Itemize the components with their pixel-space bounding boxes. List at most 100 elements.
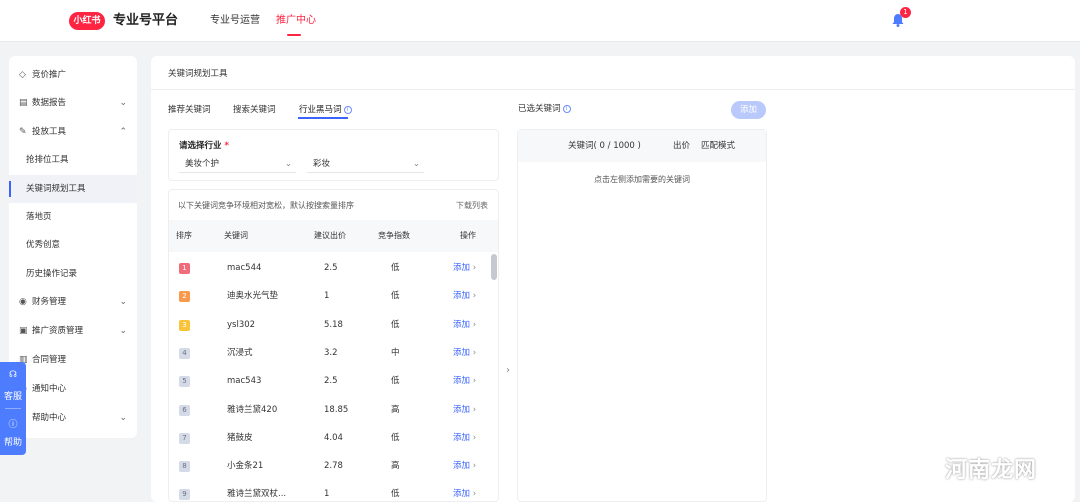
add-keyword-link[interactable]: 添加 ›: [453, 339, 476, 367]
sidebar-item-label: 数据报告: [32, 98, 67, 108]
chevron-right-icon: ›: [470, 432, 477, 443]
tab-search[interactable]: 搜索关键词: [233, 104, 276, 116]
sidebar-item-history[interactable]: 历史操作记录: [9, 260, 137, 288]
column-header-keyword-count: 关键词( 0 / 1000 ): [568, 141, 641, 151]
competition-cell: 低: [391, 489, 400, 500]
column-header-bid: 建议出价: [314, 231, 346, 240]
customer-service-button[interactable]: 客服: [0, 389, 26, 402]
headset-icon[interactable]: ☊: [0, 370, 26, 380]
column-header-bid: 出价: [673, 141, 691, 151]
logo[interactable]: 小红书: [69, 12, 105, 30]
select-value: 彩妆: [313, 159, 331, 169]
info-icon[interactable]: i: [343, 105, 352, 114]
add-button[interactable]: 添加: [731, 101, 766, 119]
chevron-right-icon: ›: [470, 263, 477, 273]
tab-recommended[interactable]: 推荐关键词: [168, 104, 211, 116]
selected-keywords-panel: 关键词( 0 / 1000 ) 出价 匹配模式 点击左侧添加需要的关键词: [517, 129, 767, 502]
add-keyword-link[interactable]: 添加 ›: [453, 396, 476, 424]
table-row: 7 猪鼓皮 4.04 低添加 ›: [169, 424, 489, 452]
chevron-down-icon: ⌄: [119, 98, 127, 108]
table-row: 8 小金条21 2.78 高添加 ›: [169, 452, 489, 480]
chevron-right-icon: ›: [470, 461, 477, 472]
chevron-up-icon: ⌃: [119, 127, 127, 137]
chevron-down-icon: ⌄: [119, 326, 127, 336]
sidebar-item-label: 竞价推广: [32, 70, 67, 80]
bid-cell: 1: [324, 291, 330, 302]
help-button[interactable]: 帮助: [0, 435, 26, 448]
floating-help-panel: ☊ 客服 ⓘ 帮助: [0, 362, 26, 455]
chevron-down-icon: ⌄: [119, 297, 127, 307]
sidebar-item-qualification[interactable]: ▣ 推广资质管理 ⌄: [9, 317, 137, 345]
add-link-label: 添加: [453, 263, 471, 273]
add-keyword-link[interactable]: 添加 ›: [453, 424, 476, 452]
question-icon[interactable]: ⓘ: [0, 417, 26, 430]
sidebar-item-notice[interactable]: ◎ 通知中心: [9, 375, 137, 403]
industry-label: 请选择行业 *: [179, 141, 229, 151]
selected-keywords-title: 已选关键词 i: [518, 102, 571, 114]
nav-professional-ops[interactable]: 专业号运营: [210, 14, 260, 28]
sidebar-item-keyword-planner[interactable]: 关键词规划工具: [9, 175, 137, 203]
sidebar-item-label: 合同管理: [32, 355, 67, 365]
sidebar-item-help[interactable]: ? 帮助中心 ⌄: [9, 404, 137, 432]
nav-promotion-center[interactable]: 推广中心: [276, 14, 316, 28]
industry-select-primary[interactable]: 美妆个护 ⌄: [179, 155, 296, 173]
bid-cell: 4.04: [324, 432, 343, 443]
bid-cell: 3.2: [324, 347, 338, 358]
table-row: 9 雅诗兰黛双杖... 1 低添加 ›: [169, 480, 489, 501]
competition-cell: 低: [391, 291, 400, 302]
table-row: 4 沉浸式 3.2 中添加 ›: [169, 339, 489, 367]
sidebar-item-label: 落地页: [26, 212, 52, 222]
add-keyword-link[interactable]: 添加 ›: [453, 452, 476, 480]
competition-cell: 低: [391, 319, 400, 330]
sidebar-item-ad-tools[interactable]: ✎ 投放工具 ⌃: [9, 118, 137, 146]
sidebar-item-label: 财务管理: [32, 297, 67, 307]
sidebar-item-reports[interactable]: ▤ 数据报告 ⌄: [9, 89, 137, 117]
sidebar-item-label: 推广资质管理: [32, 326, 84, 336]
info-icon[interactable]: i: [562, 104, 571, 113]
chevron-right-icon: ›: [470, 291, 477, 302]
sidebar-item-label: 抢排位工具: [26, 155, 69, 165]
competition-cell: 中: [391, 347, 400, 358]
report-icon: ▤: [19, 98, 28, 108]
keyword-table-header: 排序 关键词 建议出价 竞争指数 操作: [169, 220, 498, 252]
chevron-right-icon: ›: [470, 489, 477, 500]
table-row: 2 迪奥水光气垫 1 低添加 ›: [169, 282, 489, 310]
chevron-right-icon: ›: [470, 404, 477, 415]
add-keyword-link[interactable]: 添加 ›: [453, 254, 476, 282]
platform-title: 专业号平台: [113, 13, 179, 28]
sidebar-item-finance[interactable]: ◉ 财务管理 ⌄: [9, 288, 137, 316]
sidebar-item-label: 优秀创意: [26, 240, 61, 250]
sidebar-item-rank-tool[interactable]: 抢排位工具: [9, 146, 137, 174]
download-list-link[interactable]: 下载列表: [456, 200, 488, 211]
add-keyword-link[interactable]: 添加 ›: [453, 367, 476, 395]
keyword-table-description: 以下关键词竞争环境相对宽松，默认按搜索量排序: [178, 201, 354, 210]
column-header-match-mode: 匹配模式: [701, 141, 736, 151]
sidebar: ◇ 竞价推广 ▤ 数据报告 ⌄ ✎ 投放工具 ⌃ 抢排位工具 关键词规划工具 落…: [9, 56, 137, 438]
main-panel: 关键词规划工具 推荐关键词 搜索关键词 行业黑马词 i 请选择行业 * 美妆个护 ⌄…: [151, 56, 1075, 502]
add-keyword-link[interactable]: 添加 ›: [453, 311, 476, 339]
chevron-right-icon[interactable]: ›: [506, 365, 510, 376]
sidebar-item-creatives[interactable]: 优秀创意: [9, 231, 137, 259]
tab-industry-darkhorse[interactable]: 行业黑马词 i: [299, 104, 352, 116]
keyword-table-panel: 以下关键词竞争环境相对宽松，默认按搜索量排序 下载列表 排序 关键词 建议出价 …: [168, 189, 499, 502]
bid-cell: 2.5: [324, 376, 338, 387]
add-link-label: 添加: [453, 404, 471, 415]
bid-cell: 18.85: [324, 404, 349, 415]
competition-cell: 低: [391, 432, 400, 443]
page-title: 关键词规划工具: [168, 69, 228, 79]
add-keyword-link[interactable]: 添加 ›: [453, 480, 477, 501]
watermark: 河南龙网: [945, 458, 1038, 483]
add-keyword-link[interactable]: 添加 ›: [453, 282, 476, 310]
add-link-label: 添加: [453, 432, 471, 443]
sidebar-item-label: 历史操作记录: [26, 269, 78, 279]
competition-cell: 高: [391, 461, 400, 472]
add-link-label: 添加: [453, 347, 471, 358]
sidebar-item-landing-page[interactable]: 落地页: [9, 203, 137, 231]
industry-select-secondary[interactable]: 彩妆 ⌄: [307, 155, 424, 173]
empty-state-text: 点击左侧添加需要的关键词: [594, 175, 690, 184]
sidebar-item-bidding[interactable]: ◇ 竞价推广: [9, 61, 137, 89]
add-link-label: 添加: [453, 376, 471, 387]
bid-cell: 2.5: [324, 263, 338, 273]
tab-active-indicator: [298, 117, 348, 119]
sidebar-item-contract[interactable]: ▥ 合同管理: [9, 346, 137, 374]
